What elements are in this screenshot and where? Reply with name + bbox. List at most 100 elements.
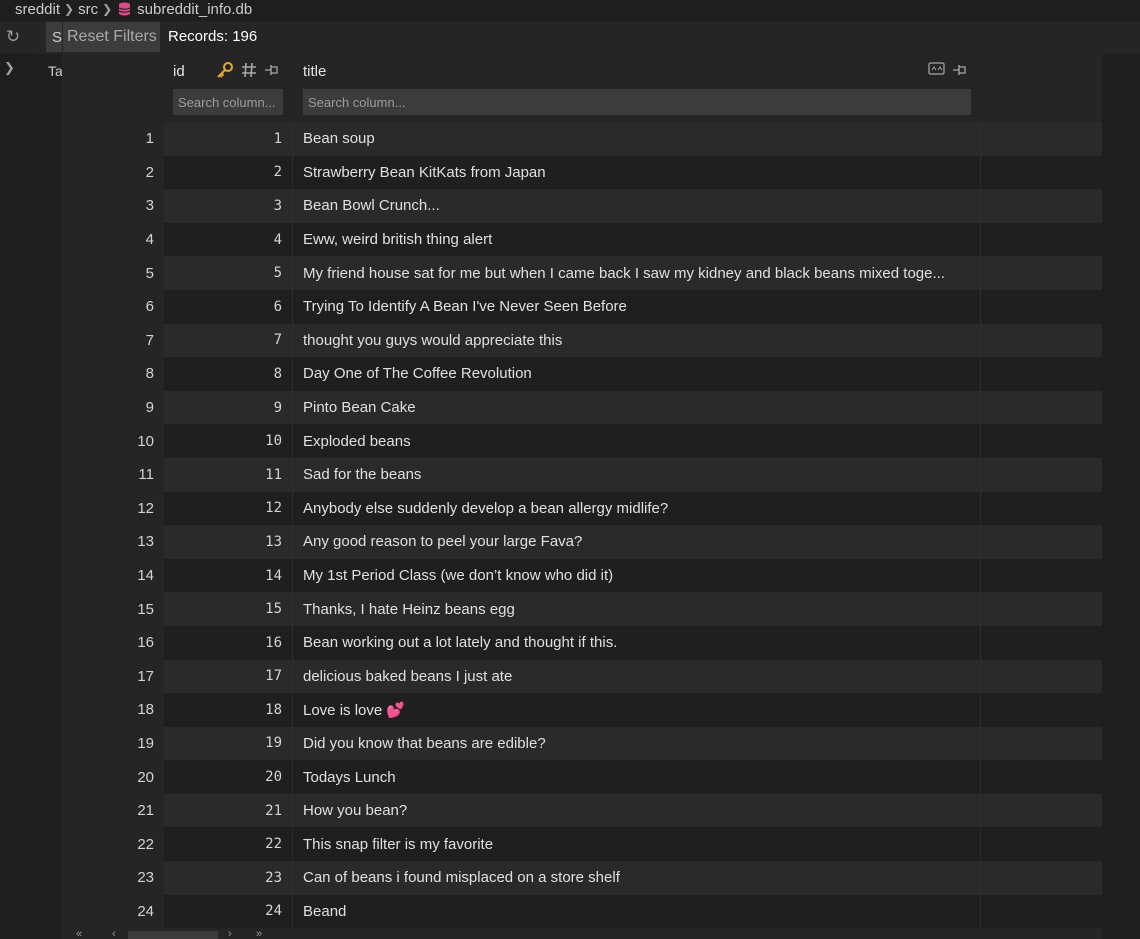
row-number: 23	[62, 861, 164, 895]
chevron-right-icon[interactable]: ❯	[4, 60, 15, 76]
cell-title[interactable]: Anybody else suddenly develop a bean all…	[292, 491, 980, 526]
table-row[interactable]: 5 5 My friend house sat for me but when I …	[62, 256, 1102, 290]
cell-title[interactable]: Todays Lunch	[292, 760, 980, 794]
cell-title[interactable]: delicious baked beans I just ate	[292, 659, 980, 694]
table-row[interactable]: 2 2 Strawberry Bean KitKats from Japan	[62, 155, 1102, 190]
column-divider[interactable]	[980, 122, 981, 928]
cell-id[interactable]: 14	[164, 558, 292, 593]
table-row[interactable]: 18 18 Love is love 💕	[62, 693, 1102, 727]
table-row[interactable]: 22 22 This snap filter is my favorite	[62, 827, 1102, 862]
next-page-icon[interactable]: ›	[228, 928, 232, 939]
breadcrumb-item-src[interactable]: src	[78, 1, 98, 18]
table-row[interactable]: 17 17 delicious baked beans I just ate	[62, 659, 1102, 694]
cell-id[interactable]: 2	[164, 155, 292, 190]
cell-title[interactable]: Bean Bowl Crunch...	[292, 189, 980, 223]
search-input-id[interactable]	[173, 89, 283, 115]
table-row[interactable]: 7 7 thought you guys would appreciate this	[62, 323, 1102, 358]
cell-id[interactable]: 12	[164, 491, 292, 526]
cell-id[interactable]: 9	[164, 390, 292, 425]
cell-id[interactable]: 15	[164, 592, 292, 626]
column-header-id[interactable]: id	[173, 63, 185, 80]
table-row[interactable]: 10 10 Exploded beans	[62, 424, 1102, 458]
cell-title[interactable]: Strawberry Bean KitKats from Japan	[292, 155, 980, 190]
table-row[interactable]: 9 9 Pinto Bean Cake	[62, 390, 1102, 425]
row-number: 21	[62, 793, 164, 828]
cell-title[interactable]: Beand	[292, 894, 980, 929]
pin-icon[interactable]	[950, 61, 968, 79]
cell-id[interactable]: 7	[164, 323, 292, 358]
reset-filters-button[interactable]: Reset Filters	[63, 22, 160, 52]
cell-id[interactable]: 21	[164, 793, 292, 828]
cell-id[interactable]: 8	[164, 357, 292, 391]
table-row[interactable]: 19 19 Did you know that beans are edible?	[62, 726, 1102, 761]
cell-title[interactable]: My 1st Period Class (we don’t know who d…	[292, 558, 980, 593]
column-header-title[interactable]: title	[303, 63, 326, 80]
cell-id[interactable]: 10	[164, 424, 292, 458]
cell-id[interactable]: 19	[164, 726, 292, 761]
cell-title[interactable]: Thanks, I hate Heinz beans egg	[292, 592, 980, 626]
cell-title[interactable]: Eww, weird british thing alert	[292, 222, 980, 257]
cell-id[interactable]: 6	[164, 289, 292, 324]
cell-id[interactable]: 24	[164, 894, 292, 929]
table-row[interactable]: 4 4 Eww, weird british thing alert	[62, 222, 1102, 257]
table-row[interactable]: 13 13 Any good reason to peel your large F…	[62, 525, 1102, 559]
cell-title[interactable]: My friend house sat for me but when I ca…	[292, 256, 980, 290]
cell-title[interactable]: This snap filter is my favorite	[292, 827, 980, 862]
cell-title[interactable]: Pinto Bean Cake	[292, 390, 980, 425]
table-row[interactable]: 24 24 Beand	[62, 894, 1102, 929]
cell-id[interactable]: 16	[164, 625, 292, 660]
cell-title[interactable]: Exploded beans	[292, 424, 980, 458]
cell-title[interactable]: Can of beans i found misplaced on a stor…	[292, 861, 980, 895]
cell-title[interactable]: Any good reason to peel your large Fava?	[292, 525, 980, 559]
table-row[interactable]: 23 23 Can of beans i found misplaced on a …	[62, 861, 1102, 895]
table-row[interactable]: 14 14 My 1st Period Class (we don’t know w…	[62, 558, 1102, 593]
row-number: 14	[62, 558, 164, 593]
cell-id[interactable]: 13	[164, 525, 292, 559]
table-row[interactable]: 15 15 Thanks, I hate Heinz beans egg	[62, 592, 1102, 626]
table-row[interactable]: 16 16 Bean working out a lot lately and th…	[62, 625, 1102, 660]
cell-id[interactable]: 3	[164, 189, 292, 223]
cell-id[interactable]: 4	[164, 222, 292, 257]
cell-id[interactable]: 17	[164, 659, 292, 694]
cell-title[interactable]: Bean working out a lot lately and though…	[292, 625, 980, 660]
cell-id[interactable]: 20	[164, 760, 292, 794]
table-row[interactable]: 21 21 How you bean?	[62, 793, 1102, 828]
cell-empty	[980, 592, 1102, 626]
cell-title[interactable]: Did you know that beans are edible?	[292, 726, 980, 761]
first-page-icon[interactable]: «	[76, 928, 82, 939]
cell-title[interactable]: Trying To Identify A Bean I've Never See…	[292, 289, 980, 324]
table-row[interactable]: 8 8 Day One of The Coffee Revolution	[62, 357, 1102, 391]
tree-item-partial[interactable]: Ta	[48, 63, 63, 79]
search-input-title[interactable]	[303, 89, 971, 115]
cell-id[interactable]: 23	[164, 861, 292, 895]
table-row[interactable]: 11 11 Sad for the beans	[62, 457, 1102, 492]
cell-id[interactable]: 18	[164, 693, 292, 727]
breadcrumb-item-file[interactable]: subreddit_info.db	[137, 1, 252, 18]
table-row[interactable]: 20 20 Todays Lunch	[62, 760, 1102, 794]
breadcrumb-item-sreddit[interactable]: sreddit	[15, 1, 60, 18]
cell-id[interactable]: 11	[164, 457, 292, 492]
chevron-right-icon: ❯	[102, 2, 113, 16]
cell-title[interactable]: Love is love 💕	[292, 693, 980, 727]
cell-title[interactable]: How you bean?	[292, 793, 980, 828]
table-row[interactable]: 3 3 Bean Bowl Crunch...	[62, 189, 1102, 223]
cell-id[interactable]: 5	[164, 256, 292, 290]
pager-input[interactable]	[128, 931, 218, 939]
cell-id[interactable]: 22	[164, 827, 292, 862]
cell-title[interactable]: Day One of The Coffee Revolution	[292, 357, 980, 391]
row-number: 24	[62, 894, 164, 929]
partial-button[interactable]: S	[46, 22, 62, 52]
cell-empty	[980, 222, 1102, 257]
last-page-icon[interactable]: »	[256, 928, 262, 939]
column-divider[interactable]	[292, 122, 293, 928]
table-row[interactable]: 12 12 Anybody else suddenly develop a bean…	[62, 491, 1102, 526]
cell-title[interactable]: thought you guys would appreciate this	[292, 323, 980, 358]
prev-page-icon[interactable]: ‹	[112, 928, 116, 939]
table-row[interactable]: 6 6 Trying To Identify A Bean I've Never S…	[62, 289, 1102, 324]
table-row[interactable]: 1 1 Bean soup	[62, 122, 1102, 156]
pin-icon[interactable]	[262, 61, 280, 79]
cell-title[interactable]: Bean soup	[292, 122, 980, 156]
refresh-icon[interactable]: ↻	[0, 21, 26, 53]
cell-title[interactable]: Sad for the beans	[292, 457, 980, 492]
cell-id[interactable]: 1	[164, 122, 292, 156]
